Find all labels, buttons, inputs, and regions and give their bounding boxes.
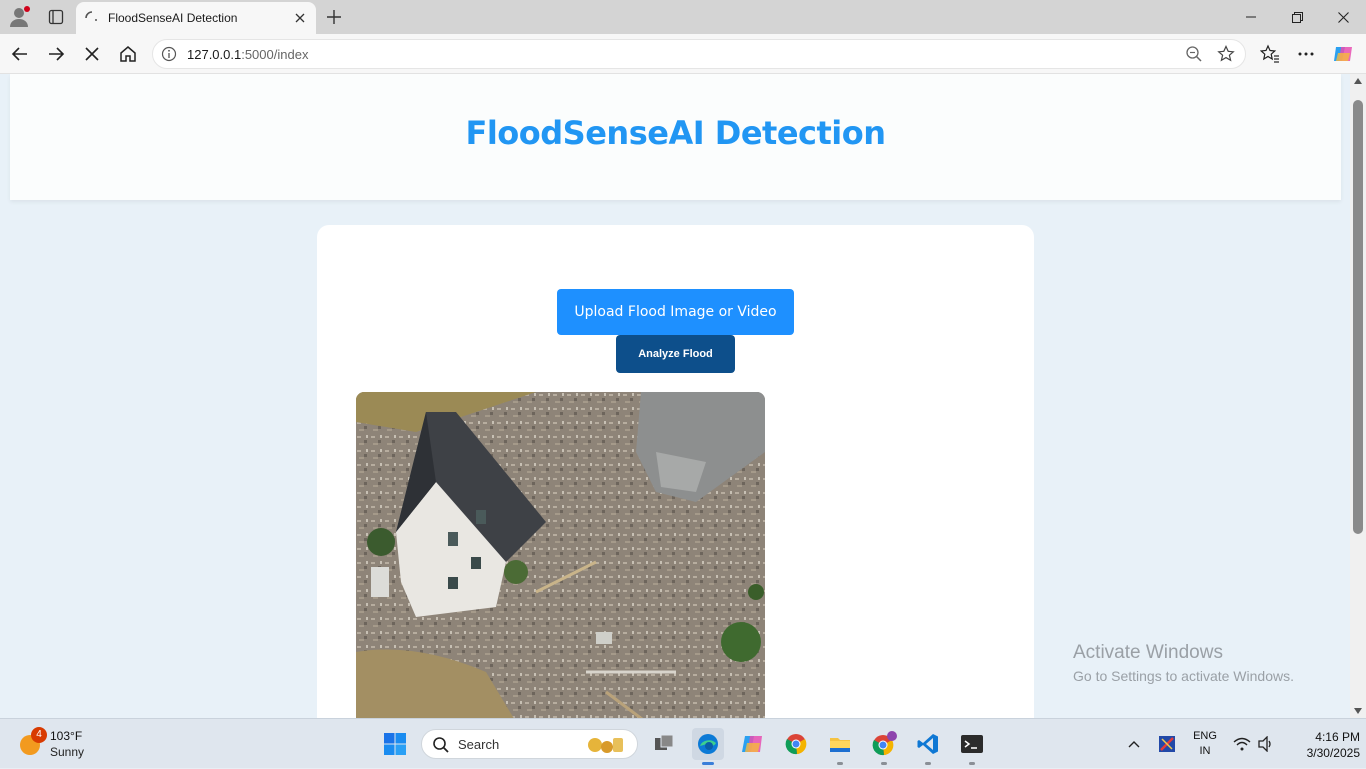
running-indicator	[881, 762, 887, 765]
system-clock[interactable]: 4:16 PM 3/30/2025	[1280, 729, 1360, 761]
scroll-thumb[interactable]	[1353, 100, 1363, 534]
file-explorer-icon[interactable]	[824, 728, 856, 765]
more-options-icon[interactable]	[1294, 42, 1318, 66]
tab-title: FloodSenseAI Detection	[108, 11, 238, 25]
running-indicator	[969, 762, 975, 765]
zoom-icon[interactable]	[1185, 45, 1205, 65]
lang-top: ENG	[1193, 730, 1217, 742]
page-title: FloodSenseAI Detection	[465, 114, 886, 152]
home-icon[interactable]	[114, 40, 142, 68]
url-path: :5000/index	[241, 47, 309, 62]
chrome-profile-icon[interactable]	[868, 728, 900, 765]
favorites-icon[interactable]	[1258, 42, 1282, 66]
windows-taskbar: 4 103°F Sunny Search ENG IN 4:16 PM 3/30…	[0, 718, 1366, 768]
weather-condition: Sunny	[50, 745, 85, 759]
start-icon[interactable]	[379, 728, 411, 760]
search-highlight-icon	[585, 734, 627, 756]
site-info-icon[interactable]	[161, 46, 179, 64]
active-indicator	[702, 762, 714, 765]
tray-app-icon[interactable]	[1156, 719, 1178, 769]
minimize-icon[interactable]	[1228, 0, 1274, 34]
copilot-app-icon[interactable]	[736, 728, 768, 760]
address-bar[interactable]: 127.0.0.1:5000/index	[152, 39, 1246, 69]
weather-temperature: 103°F	[50, 729, 83, 743]
wifi-icon[interactable]	[1232, 719, 1252, 769]
page-scrollbar[interactable]	[1350, 74, 1366, 718]
browser-toolbar: 127.0.0.1:5000/index	[0, 34, 1366, 74]
back-icon[interactable]	[6, 40, 34, 68]
copilot-icon[interactable]	[1331, 42, 1355, 66]
stop-loading-icon[interactable]	[78, 40, 106, 68]
tab-close-icon[interactable]	[288, 6, 312, 30]
volume-icon[interactable]	[1256, 719, 1276, 769]
browser-title-bar: FloodSenseAI Detection	[0, 0, 1366, 34]
forward-icon[interactable]	[42, 40, 70, 68]
weather-badge: 4	[31, 727, 47, 743]
scroll-up-icon[interactable]	[1354, 78, 1362, 84]
new-tab-icon[interactable]	[320, 4, 348, 30]
analyze-button[interactable]: Analyze Flood	[616, 335, 735, 373]
watermark-line2: Go to Settings to activate Windows.	[1073, 668, 1294, 684]
running-indicator	[925, 762, 931, 765]
url-text: 127.0.0.1:5000/index	[187, 47, 308, 62]
taskbar-search[interactable]: Search	[421, 729, 638, 759]
tab-active[interactable]: FloodSenseAI Detection	[76, 2, 316, 34]
url-host: 127.0.0.1	[187, 47, 242, 62]
clock-time: 4:16 PM	[1315, 730, 1360, 744]
page-header: FloodSenseAI Detection	[10, 74, 1341, 200]
restore-icon[interactable]	[1274, 0, 1320, 34]
terminal-icon[interactable]	[956, 728, 988, 765]
tab-actions-icon[interactable]	[44, 6, 68, 28]
input-language[interactable]: ENG IN	[1190, 729, 1220, 759]
favorite-star-icon[interactable]	[1217, 45, 1237, 65]
upload-card: Upload Flood Image or Video Analyze Floo…	[317, 225, 1034, 718]
edge-browser-icon[interactable]	[692, 728, 724, 765]
search-placeholder: Search	[458, 737, 500, 752]
activate-windows-watermark: Activate Windows Go to Settings to activ…	[1073, 642, 1294, 684]
loading-spinner-icon	[84, 10, 100, 26]
chrome-icon[interactable]	[780, 728, 812, 760]
flood-image-preview	[356, 392, 765, 718]
upload-button[interactable]: Upload Flood Image or Video	[557, 289, 794, 335]
profile-icon[interactable]	[8, 6, 30, 28]
scroll-down-icon[interactable]	[1354, 708, 1362, 714]
page-viewport: FloodSenseAI Detection Upload Flood Imag…	[0, 74, 1350, 718]
show-hidden-icons-icon[interactable]	[1124, 719, 1144, 769]
watermark-line1: Activate Windows	[1073, 642, 1223, 663]
clock-date: 3/30/2025	[1306, 746, 1360, 760]
task-view-icon[interactable]	[648, 728, 680, 760]
running-indicator	[837, 762, 843, 765]
weather-widget[interactable]: 4 103°F Sunny	[18, 727, 138, 761]
vscode-icon[interactable]	[912, 728, 944, 765]
close-window-icon[interactable]	[1320, 0, 1366, 34]
search-icon	[432, 736, 450, 754]
lang-bottom: IN	[1199, 745, 1211, 757]
